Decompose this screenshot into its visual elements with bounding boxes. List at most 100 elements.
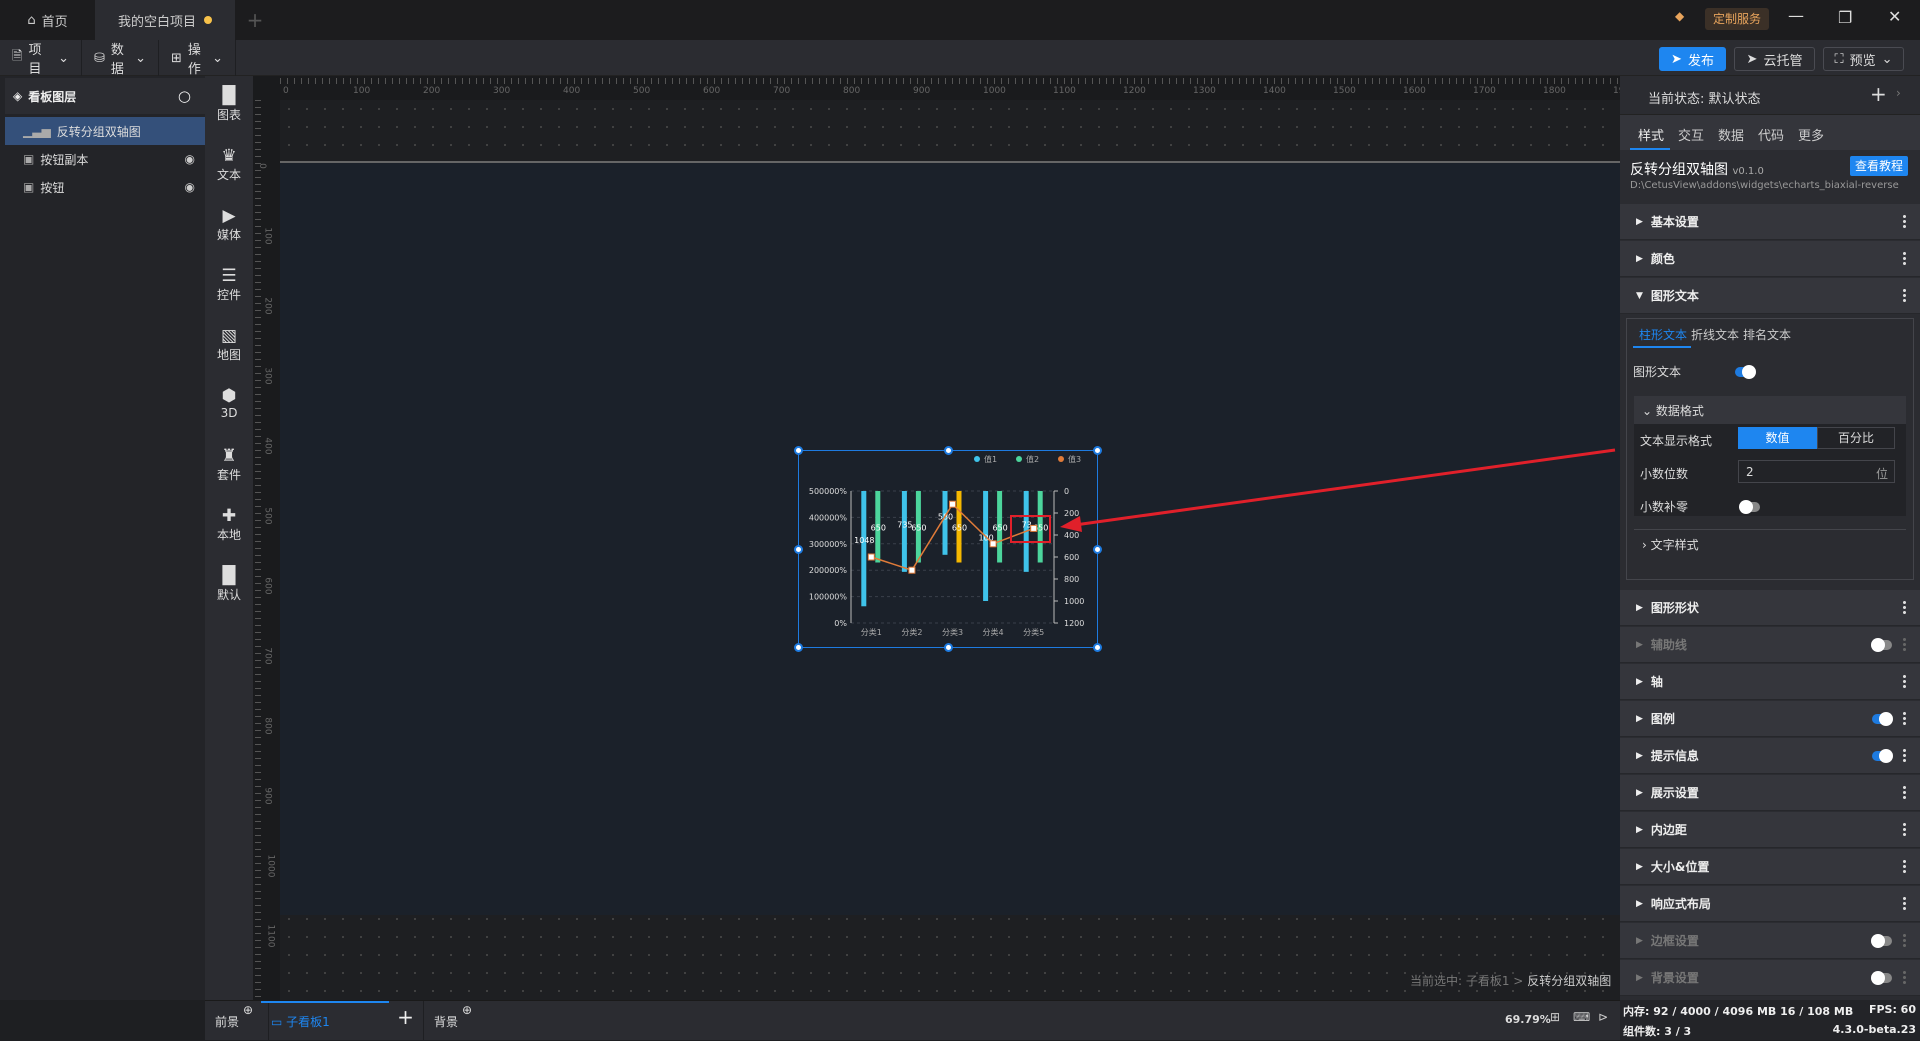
more-vertical-icon[interactable] (1903, 822, 1906, 836)
resize-handle[interactable] (1093, 643, 1102, 652)
section-header[interactable]: ▶ 展示设置 (1620, 775, 1920, 811)
tab-style[interactable]: 样式 (1638, 125, 1664, 144)
resize-handle[interactable] (1093, 446, 1102, 455)
terminal-icon[interactable]: ⊳ (1598, 1010, 1608, 1024)
section-header[interactable]: ▶ 图形形状 (1620, 590, 1920, 626)
more-vertical-icon[interactable] (1903, 711, 1906, 725)
section-header[interactable]: ▶ 大小&位置 (1620, 849, 1920, 885)
section-toggle[interactable] (1871, 638, 1892, 652)
section-header[interactable]: ▶ 颜色 (1620, 241, 1920, 277)
tab-project[interactable]: 我的空白项目 (95, 0, 235, 40)
section-header[interactable]: ▶ 提示信息 (1620, 738, 1920, 774)
resize-handle[interactable] (794, 446, 803, 455)
layer-item[interactable]: ▁▃▅ 反转分组双轴图 (5, 117, 205, 145)
resize-handle[interactable] (1093, 545, 1102, 554)
background-tab[interactable]: 背景 ⊕ (423, 1001, 487, 1041)
more-vertical-icon[interactable] (1903, 674, 1906, 688)
search-icon[interactable]: ○ (178, 87, 191, 105)
format-option-percent[interactable]: 百分比 (1817, 427, 1895, 449)
more-vertical-icon[interactable] (1903, 748, 1906, 762)
layer-item[interactable]: ▣ 按钮 ◉ (5, 173, 205, 201)
custom-service-button[interactable]: 定制服务 (1705, 8, 1770, 30)
section-header[interactable]: ▶ 图例 (1620, 701, 1920, 737)
decimals-input[interactable]: 2位 (1738, 460, 1895, 483)
tab-more[interactable]: 更多 (1798, 125, 1824, 144)
section-toggle[interactable] (1871, 971, 1892, 985)
add-circle-icon[interactable]: ⊕ (462, 1003, 472, 1017)
minimize-button[interactable]: — (1788, 6, 1804, 25)
subtab-bar-text[interactable]: 柱形文本 (1639, 326, 1687, 343)
resize-handle[interactable] (944, 446, 953, 455)
graphic-text-toggle[interactable] (1735, 365, 1756, 379)
text-style-header[interactable]: › 文字样式 (1634, 529, 1906, 557)
new-tab-button[interactable]: + (240, 0, 270, 40)
category-chart[interactable]: ▐▌ 图表 (205, 86, 253, 123)
eye-icon[interactable]: ◉ (185, 152, 195, 166)
section-header[interactable]: ▶ 辅助线 (1620, 627, 1920, 663)
menu-operation[interactable]: ⊞ 操作 ⌄ (159, 40, 236, 77)
section-toggle[interactable] (1872, 749, 1893, 763)
section-header[interactable]: ▶ 响应式布局 (1620, 886, 1920, 922)
section-toggle[interactable] (1871, 934, 1892, 948)
resize-handle[interactable] (794, 545, 803, 554)
category-text[interactable]: ♛ 文本 (205, 146, 253, 183)
subtab-line-text[interactable]: 折线文本 (1691, 326, 1739, 343)
more-vertical-icon[interactable] (1903, 637, 1906, 651)
tab-data[interactable]: 数据 (1718, 125, 1744, 144)
eye-icon[interactable]: ◉ (185, 180, 195, 194)
section-header[interactable]: ▶ 边框设置 (1620, 923, 1920, 959)
more-vertical-icon[interactable] (1903, 933, 1906, 947)
section-header[interactable]: ▶ 内边距 (1620, 812, 1920, 848)
category-3d[interactable]: ⬢ 3D (205, 386, 253, 420)
more-vertical-icon[interactable] (1903, 288, 1906, 302)
keyboard-icon[interactable]: ⌨ (1573, 1010, 1590, 1024)
pad-zero-toggle[interactable] (1739, 500, 1760, 514)
add-circle-icon[interactable]: ⊕ (243, 1003, 253, 1017)
section-header[interactable]: ▶ 背景设置 (1620, 960, 1920, 996)
restore-button[interactable]: ❐ (1838, 8, 1852, 27)
tab-interaction[interactable]: 交互 (1678, 125, 1704, 144)
section-header[interactable]: ▶ 轴 (1620, 664, 1920, 700)
more-vertical-icon[interactable] (1903, 896, 1906, 910)
more-vertical-icon[interactable] (1903, 600, 1906, 614)
menu-project[interactable]: 🗎 项目 ⌄ (0, 40, 82, 77)
preview-button[interactable]: ⛶ 预览 ⌄ (1823, 47, 1904, 71)
more-vertical-icon[interactable] (1903, 970, 1906, 984)
category-kit[interactable]: ♜ 套件 (205, 446, 253, 483)
more-vertical-icon[interactable] (1903, 214, 1906, 228)
category-default[interactable]: ▐▌ 默认 (205, 566, 253, 603)
section-header[interactable]: ▶ 基本设置 (1620, 204, 1920, 240)
tab-home[interactable]: ⌂ 首页 (0, 0, 95, 40)
add-board-button[interactable]: + (389, 1005, 422, 1029)
category-local[interactable]: ✚ 本地 (205, 506, 253, 543)
subtab-rank-text[interactable]: 排名文本 (1743, 326, 1791, 343)
chevron-right-icon[interactable]: › (1896, 86, 1901, 100)
format-option-value[interactable]: 数值 (1738, 427, 1817, 449)
chart-widget[interactable]: 值1 值2 值3 0% 100000% 200000% 300000% 400000% 5000… (794, 446, 1102, 652)
foreground-tab[interactable]: 前景 ⊕ (205, 1001, 269, 1041)
zoom-level[interactable]: 69.79% (1505, 1013, 1551, 1026)
section-header[interactable]: ▼ 图形文本 (1620, 278, 1920, 314)
section-toggle[interactable] (1872, 712, 1893, 726)
layer-item[interactable]: ▣ 按钮副本 ◉ (5, 145, 205, 173)
ruler-horizontal[interactable]: 0 100 200 300 400 500 600 700 800 900 1000 1100 1200… (253, 76, 1636, 100)
category-map[interactable]: ▧ 地图 (205, 326, 253, 363)
data-format-header[interactable]: ⌄ 数据格式 (1634, 396, 1906, 424)
cloud-hosting-button[interactable]: ➤ 云托管 (1734, 47, 1815, 71)
menu-data[interactable]: ⛁ 数据 ⌄ (82, 40, 159, 77)
publish-button[interactable]: ➤ 发布 (1659, 47, 1726, 71)
resize-handle[interactable] (794, 643, 803, 652)
more-vertical-icon[interactable] (1903, 251, 1906, 265)
category-control[interactable]: ☰ 控件 (205, 266, 253, 303)
add-state-button[interactable]: + (1870, 82, 1887, 106)
more-vertical-icon[interactable] (1903, 859, 1906, 873)
resize-handle[interactable] (944, 643, 953, 652)
category-media[interactable]: ▶ 媒体 (205, 206, 253, 243)
more-vertical-icon[interactable] (1903, 785, 1906, 799)
close-button[interactable]: ✕ (1888, 7, 1901, 26)
tab-code[interactable]: 代码 (1758, 125, 1784, 144)
board-tab-active[interactable]: ▭ 子看板1 (261, 1001, 389, 1041)
ruler-vertical[interactable]: 0 100 200 300 400 500 600 700 800 900 1000 1100 (253, 100, 280, 1000)
fit-screen-icon[interactable]: ⊞ (1550, 1010, 1560, 1024)
tutorial-button[interactable]: 查看教程 (1850, 156, 1908, 176)
